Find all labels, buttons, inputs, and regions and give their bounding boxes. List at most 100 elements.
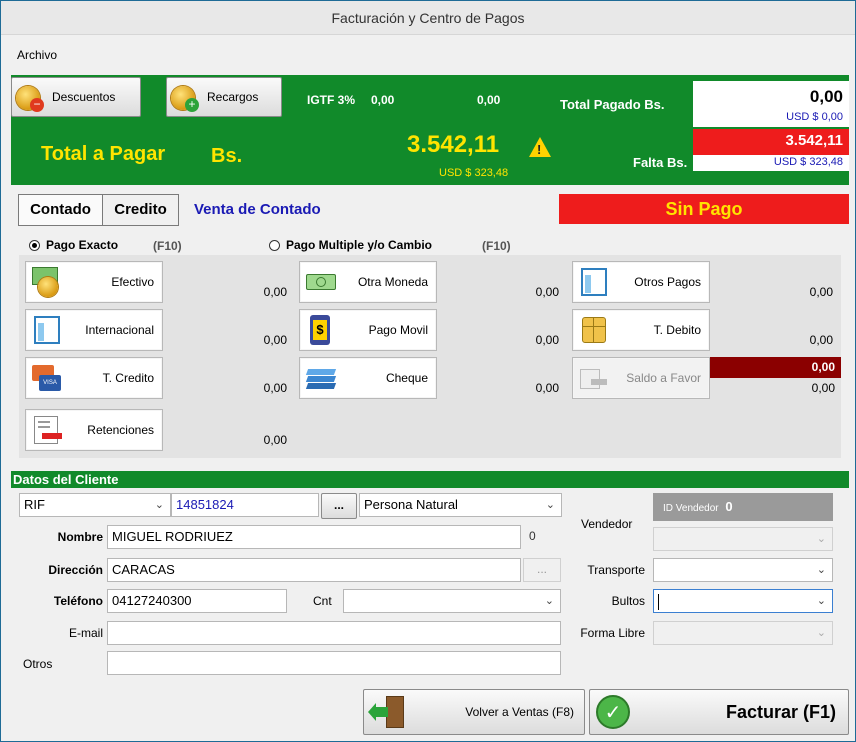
id-vendedor-box: ID Vendedor 0	[653, 493, 833, 521]
email-label: E-mail	[68, 626, 103, 640]
total-pagado-value: 0,00	[809, 87, 843, 106]
pago-movil-label: Pago Movil	[368, 323, 428, 337]
saldo-favor-label: Saldo a Favor	[626, 371, 701, 385]
sale-mode-label: Venta de Contado	[194, 201, 321, 218]
internacional-value: 0,00	[163, 309, 295, 351]
pago-exacto-label: Pago Exacto	[46, 238, 119, 252]
otros-pagos-button[interactable]: Otros Pagos	[572, 261, 710, 303]
radio-checked-icon	[29, 239, 40, 251]
mobile-payment-icon: $	[304, 313, 338, 347]
doc-type-select[interactable]: RIF ⌄	[19, 493, 171, 517]
menu-archivo[interactable]: Archivo	[17, 48, 57, 62]
cheque-value: 0,00	[437, 357, 567, 399]
client-section-header: Datos del Cliente	[11, 471, 849, 488]
t-debito-button[interactable]: T. Debito	[572, 309, 710, 351]
billing-window: Facturación y Centro de Pagos Archivo − …	[0, 0, 856, 742]
nombre-char-count: 0	[529, 529, 536, 543]
chevron-down-icon: ⌄	[816, 595, 826, 607]
saldo-favor-value-top: 0,00	[710, 357, 841, 378]
tab-credito[interactable]: Credito	[103, 194, 179, 226]
exit-door-icon	[368, 694, 408, 730]
falta-label: Falta Bs.	[633, 155, 688, 170]
credit-card-icon: VISA	[30, 361, 64, 395]
recargos-button[interactable]: + Recargos	[166, 77, 282, 117]
volver-a-ventas-button[interactable]: Volver a Ventas (F8)	[363, 689, 585, 735]
transporte-label: Transporte	[587, 563, 645, 577]
efectivo-label: Efectivo	[111, 275, 154, 289]
falta-box: 3.542,11	[693, 129, 849, 155]
total-a-pagar-label: Total a Pagar	[41, 143, 166, 165]
t-credito-button[interactable]: VISA T. Credito	[25, 357, 163, 399]
direccion-more-button[interactable]: ...	[523, 558, 561, 582]
person-type-select[interactable]: Persona Natural ⌄	[359, 493, 562, 517]
retenciones-value: 0,00	[163, 409, 295, 451]
id-vendedor-label: ID Vendedor	[663, 503, 719, 514]
radio-unchecked-icon	[269, 239, 280, 251]
vendedor-select[interactable]: ⌄	[653, 527, 833, 551]
otra-moneda-button[interactable]: Otra Moneda	[299, 261, 437, 303]
chevron-down-icon: ⌄	[816, 627, 826, 639]
efectivo-value: 0,00	[163, 261, 295, 303]
transporte-select[interactable]: ⌄	[653, 558, 833, 582]
person-type-value: Persona Natural	[364, 497, 458, 512]
otra-moneda-label: Otra Moneda	[357, 275, 428, 289]
igtf-label: IGTF 3%	[307, 93, 356, 107]
efectivo-button[interactable]: Efectivo	[25, 261, 163, 303]
pago-multiple-label: Pago Multiple y/o Cambio	[286, 238, 433, 252]
t-debito-label: T. Debito	[653, 323, 701, 337]
chevron-down-icon: ⌄	[816, 564, 826, 576]
checkmark-icon: ✓	[596, 695, 630, 729]
email-input[interactable]	[107, 621, 561, 645]
total-pagado-box: 0,00 USD $ 0,00	[693, 81, 849, 127]
chevron-down-icon: ⌄	[154, 499, 164, 511]
volver-label: Volver a Ventas (F8)	[465, 705, 574, 719]
pago-exacto-key: (F10)	[153, 239, 182, 253]
direccion-input[interactable]: CARACAS	[107, 558, 521, 582]
document-window-icon	[577, 265, 611, 299]
chevron-down-icon: ⌄	[545, 499, 555, 511]
id-vendedor-value: 0	[725, 499, 733, 514]
internacional-button[interactable]: Internacional	[25, 309, 163, 351]
forma-libre-label: Forma Libre	[580, 626, 645, 640]
forma-libre-select[interactable]: ⌄	[653, 621, 833, 645]
cheque-label: Cheque	[385, 371, 428, 385]
retenciones-label: Retenciones	[87, 423, 154, 437]
tab-contado[interactable]: Contado	[18, 194, 103, 226]
total-pagado-label: Total Pagado Bs.	[560, 97, 665, 112]
igtf-amount: 0,00	[477, 93, 501, 107]
bultos-label: Bultos	[611, 594, 645, 608]
pago-movil-button[interactable]: $ Pago Movil	[299, 309, 437, 351]
currency-label: Bs.	[211, 145, 243, 167]
otra-moneda-value: 0,00	[437, 261, 567, 303]
pago-multiple-radio[interactable]: Pago Multiple y/o Cambio	[269, 238, 432, 252]
facturar-button[interactable]: ✓ Facturar (F1)	[589, 689, 849, 735]
total-usd: USD $ 323,48	[439, 167, 509, 179]
otros-pagos-label: Otros Pagos	[634, 275, 701, 289]
cnt-select[interactable]: ⌄	[343, 589, 561, 613]
bultos-select[interactable]: ⌄	[653, 589, 833, 613]
telefono-label: Teléfono	[53, 594, 103, 608]
pago-exacto-radio[interactable]: Pago Exacto	[29, 238, 118, 252]
otros-input[interactable]	[107, 651, 561, 675]
receipt-icon	[30, 413, 64, 447]
total-pagado-usd: USD $ 0,00	[786, 111, 843, 123]
menu-bar: Archivo	[1, 35, 855, 75]
t-debito-value: 0,00	[710, 309, 841, 351]
chevron-down-icon: ⌄	[816, 533, 826, 545]
saldo-favor-button[interactable]: Saldo a Favor	[572, 357, 710, 399]
cheque-stack-icon	[304, 361, 338, 395]
facturar-label: Facturar (F1)	[725, 701, 836, 722]
telefono-input[interactable]: 04127240300	[107, 589, 287, 613]
descuentos-button[interactable]: − Descuentos	[11, 77, 141, 117]
pago-multiple-key: (F10)	[482, 239, 511, 253]
nombre-input[interactable]: MIGUEL RODRIUEZ	[107, 525, 521, 549]
doc-type-value: RIF	[24, 497, 45, 512]
cheque-button[interactable]: Cheque	[299, 357, 437, 399]
vendedor-label: Vendedor	[581, 517, 633, 531]
search-client-button[interactable]: ...	[321, 493, 357, 519]
doc-number-input[interactable]: 14851824	[171, 493, 319, 517]
igtf-value: 0,00	[371, 93, 395, 107]
falta-value: 3.542,11	[785, 132, 843, 149]
t-credito-label: T. Credito	[102, 371, 154, 385]
retenciones-button[interactable]: Retenciones	[25, 409, 163, 451]
